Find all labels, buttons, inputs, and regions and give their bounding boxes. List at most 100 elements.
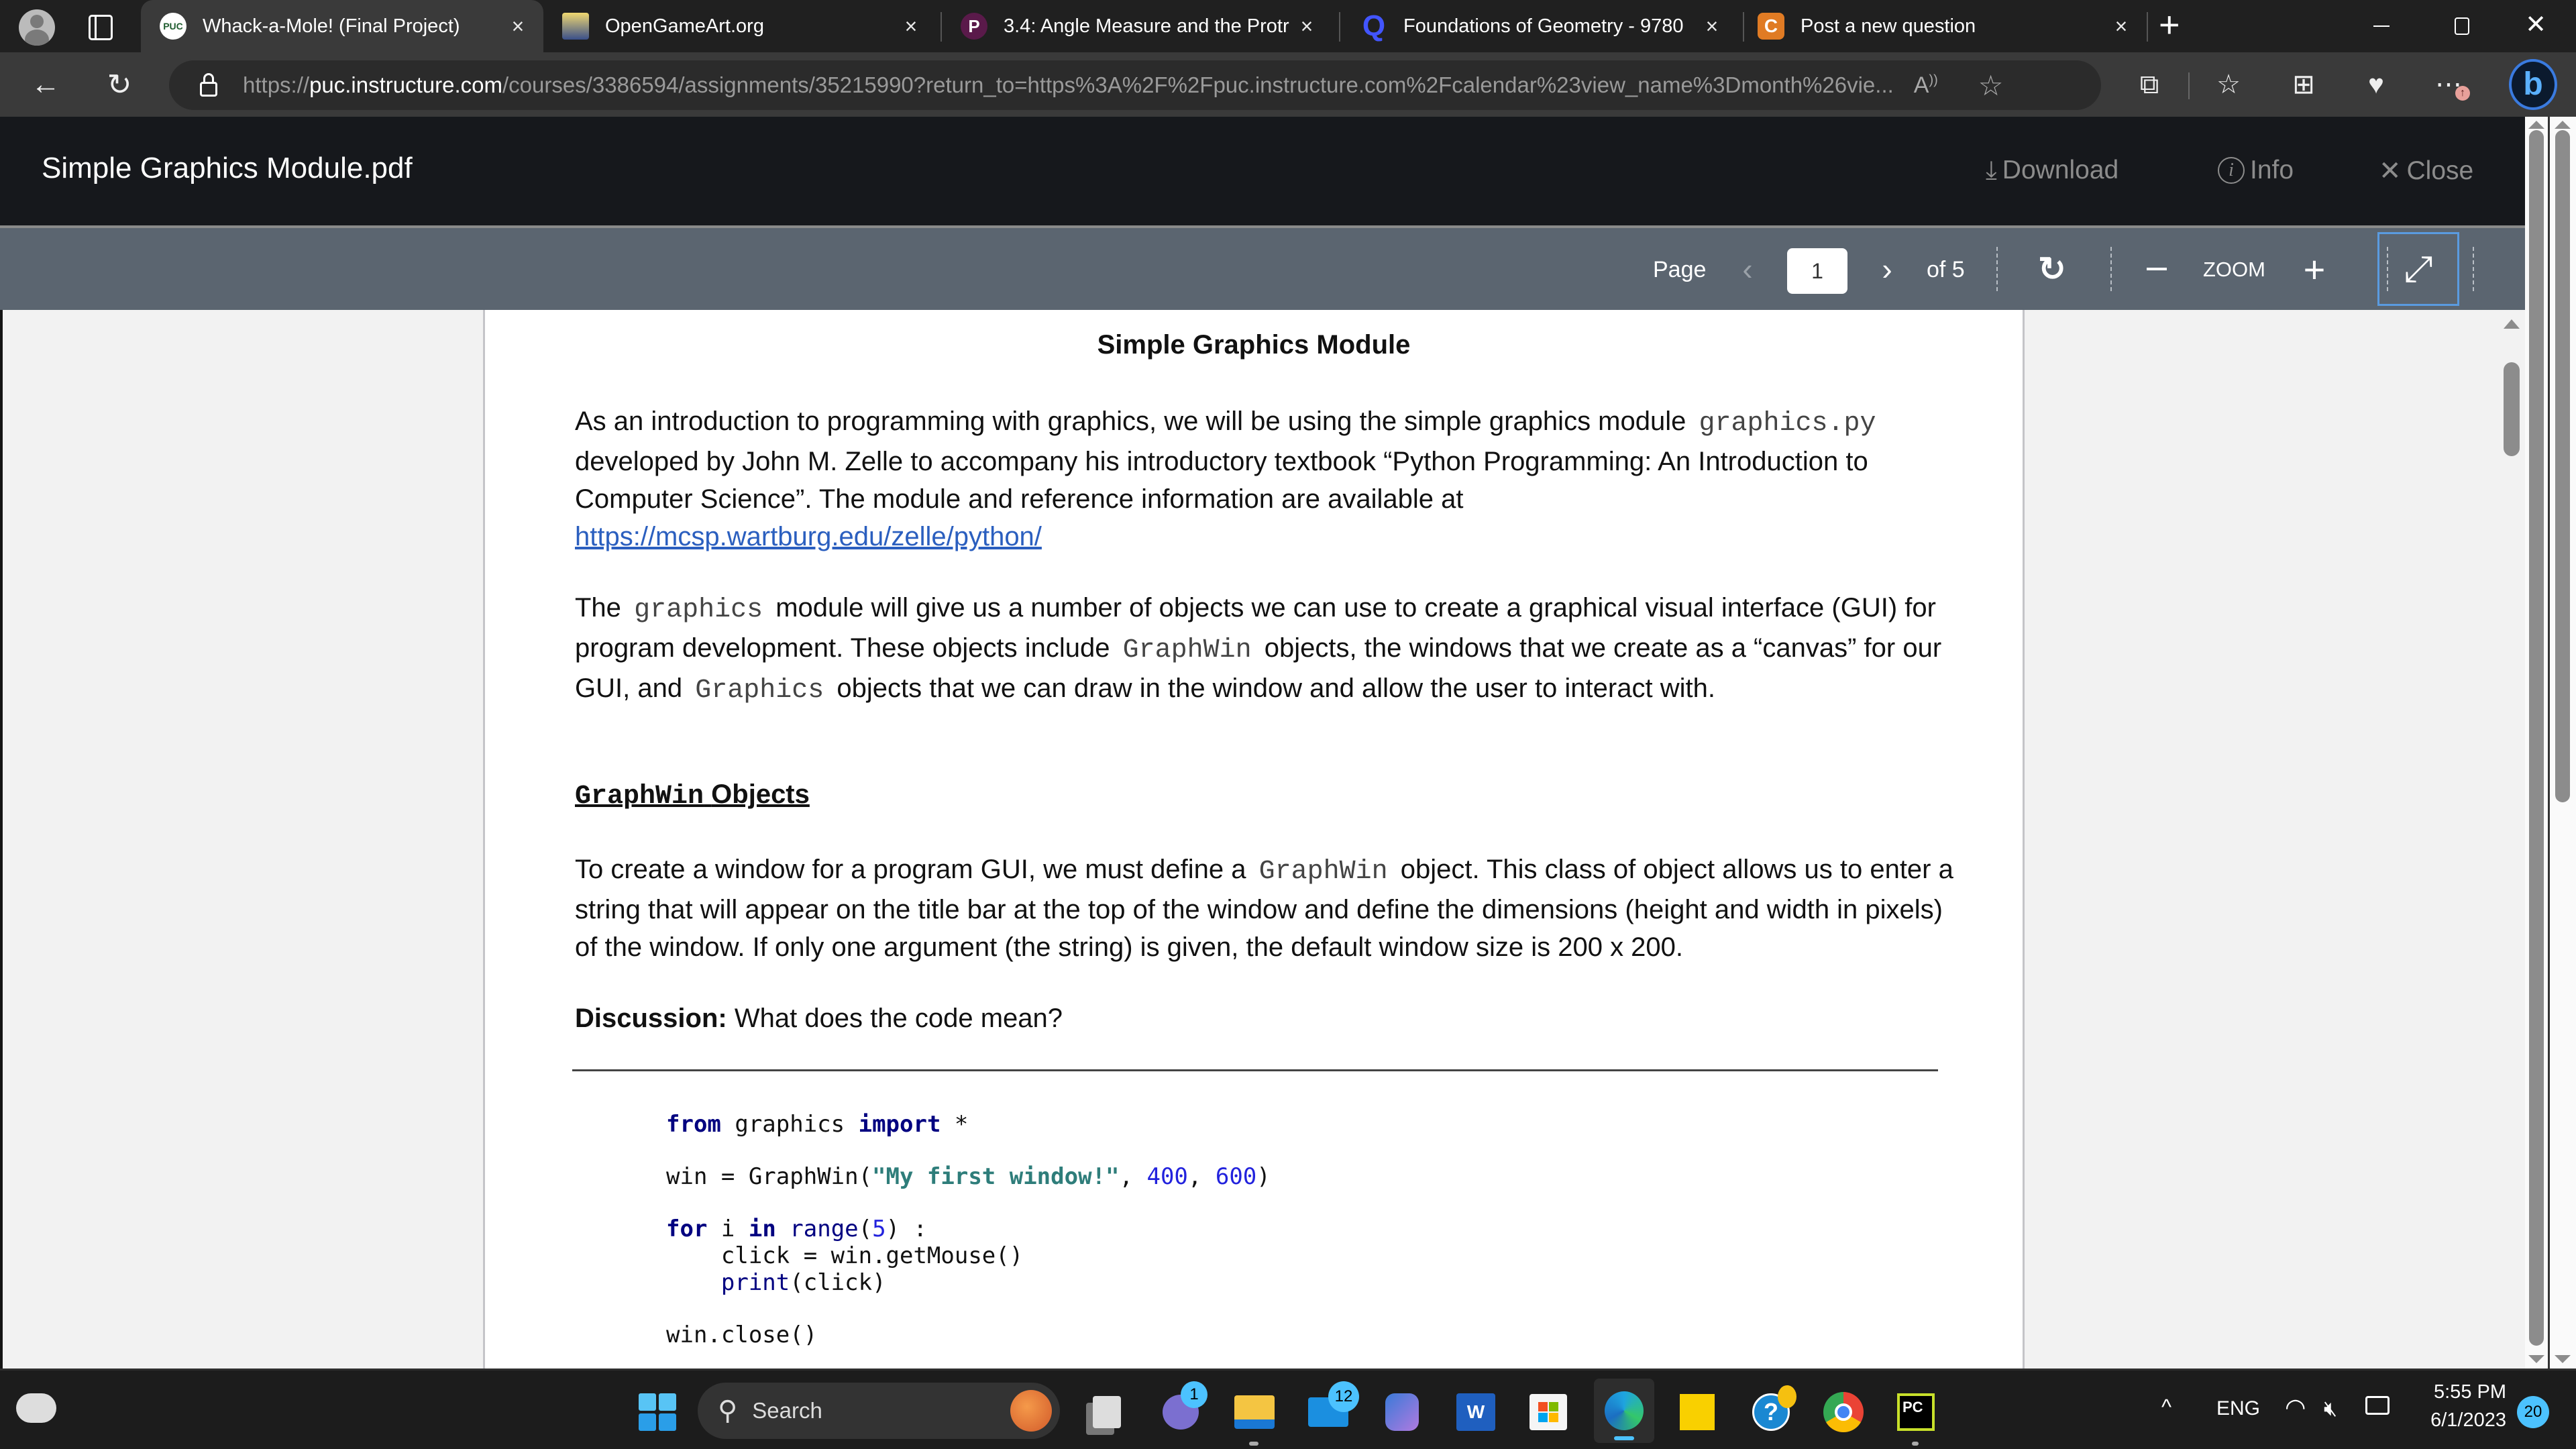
tab-angle-measure[interactable]: P 3.4: Angle Measure and the Protr × [953, 0, 1328, 52]
scroll-up-arrow[interactable] [2555, 121, 2571, 129]
search-highlight-icon [1010, 1390, 1052, 1432]
back-arrow-icon[interactable]: ← [27, 67, 64, 102]
browser-essentials-icon[interactable]: ♥ [2357, 66, 2395, 103]
zoom-in-button[interactable]: + [2296, 247, 2333, 291]
tab-whack-a-mole[interactable]: PUC Whack-a-Mole! (Final Project) × [141, 0, 543, 52]
pycharm-icon[interactable]: PC [1889, 1385, 1943, 1446]
get-help-icon[interactable]: ? [1744, 1385, 1798, 1439]
favorites-icon[interactable]: ☆ [2210, 66, 2247, 103]
tab-title: Foundations of Geometry - 9780 [1403, 15, 1684, 37]
scroll-up-arrow[interactable] [2504, 319, 2520, 329]
inline-code: GraphWin [1258, 857, 1388, 887]
fullscreen-button[interactable]: ⤢ [2377, 232, 2459, 306]
tab-post-question[interactable]: C Post a new question × [1751, 0, 2140, 52]
scroll-down-arrow[interactable] [2555, 1355, 2571, 1363]
scrollbar-thumb[interactable] [2504, 362, 2520, 456]
scrollbar-thumb[interactable] [2529, 130, 2544, 1346]
scroll-up-arrow[interactable] [2528, 121, 2544, 129]
running-indicator [1912, 1442, 1919, 1446]
new-tab-button[interactable]: + [2159, 4, 2180, 46]
battery-icon[interactable] [2365, 1396, 2390, 1415]
language-indicator[interactable]: ENG [2216, 1397, 2260, 1420]
bing-chat-icon[interactable]: b [2509, 59, 2557, 110]
rotate-icon[interactable]: ↻ [2030, 247, 2074, 291]
scrollbar-thumb[interactable] [2555, 130, 2570, 802]
close-viewer-button[interactable]: ✕ Close [2379, 156, 2473, 186]
tab-foundations-geometry[interactable]: Q Foundations of Geometry - 9780 × [1351, 0, 1733, 52]
task-view-icon[interactable] [1080, 1385, 1134, 1439]
notification-badge: 12 [1328, 1381, 1359, 1412]
running-indicator [1249, 1442, 1258, 1446]
notification-center-badge[interactable]: 20 [2517, 1396, 2549, 1428]
document-title: Simple Graphics Module [1097, 330, 1411, 360]
code-line: click = win.getMouse() [666, 1242, 1024, 1269]
previous-page-button[interactable]: ‹ [1731, 247, 1764, 291]
code-line: for i in range(5) : [666, 1216, 928, 1242]
zoom-out-button[interactable] [2140, 247, 2174, 291]
code-line: print(click) [720, 1269, 886, 1296]
close-tab-icon[interactable]: × [504, 14, 531, 39]
url-text[interactable]: https://puc.instructure.com/courses/3386… [243, 72, 1894, 98]
start-button[interactable] [631, 1385, 684, 1439]
file-viewer-header: Simple Graphics Module.pdf ⤓ Download i … [0, 117, 2525, 225]
close-tab-icon[interactable]: × [898, 14, 924, 39]
info-button[interactable]: i Info [2218, 156, 2294, 185]
refresh-icon[interactable]: ↻ [101, 66, 138, 103]
pdf-page: Simple Graphics Module As an introductio… [483, 310, 2025, 1368]
close-tab-icon[interactable]: × [1699, 14, 1725, 39]
pdf-toolbar: Page ‹ › of 5 ↻ ZOOM + ⤢ [0, 228, 2525, 310]
clock-date[interactable]: 6/1/2023 [2415, 1409, 2506, 1432]
close-window-button[interactable]: ✕ [2516, 9, 2556, 43]
show-hidden-icons-button[interactable]: ^ [2161, 1395, 2171, 1419]
read-aloud-icon[interactable]: A)) [1914, 72, 1938, 99]
download-button[interactable]: ⤓ Download [1986, 156, 2118, 185]
taskbar-search[interactable]: ⚲ Search [698, 1383, 1060, 1439]
address-bar[interactable]: https://puc.instructure.com/courses/3386… [169, 60, 2101, 110]
wifi-icon[interactable]: ◠ [2285, 1393, 2306, 1421]
tab-opengameart[interactable]: OpenGameArt.org × [557, 0, 932, 52]
chrome-icon[interactable] [1817, 1385, 1870, 1439]
notification-dot [1778, 1385, 1796, 1408]
intro-paragraph: As an introduction to programming with g… [575, 402, 1957, 555]
minimize-button[interactable] [2361, 0, 2402, 52]
restore-button[interactable] [2442, 0, 2482, 52]
microsoft-store-icon[interactable] [1521, 1385, 1575, 1439]
add-favorite-icon[interactable]: ☆ [1978, 69, 2004, 102]
code-line: win = GraphWin("My first window!", 400, … [666, 1163, 1271, 1190]
microsoft-365-icon[interactable] [1375, 1385, 1429, 1439]
reference-link[interactable]: https://mcsp.wartburg.edu/zelle/python/ [575, 522, 1042, 551]
lock-icon[interactable] [200, 73, 217, 97]
sticky-notes-icon[interactable] [1670, 1385, 1724, 1439]
weather-widget-icon[interactable] [16, 1393, 56, 1423]
graphwin-paragraph: To create a window for a program GUI, we… [575, 855, 1953, 962]
collections-icon[interactable]: ⊞ [2285, 66, 2322, 103]
code-line: win.close() [666, 1322, 818, 1348]
document-scrollbar[interactable] [2498, 310, 2525, 1368]
tab-title: Post a new question [1801, 15, 1976, 37]
address-bar-row: ← ↻ https://puc.instructure.com/courses/… [0, 52, 2576, 117]
teams-chat-icon[interactable]: 1 [1154, 1381, 1208, 1439]
extensions-icon[interactable]: ⧉ [2131, 66, 2168, 103]
profile-avatar[interactable] [19, 9, 55, 46]
total-pages-label: of 5 [1927, 256, 1965, 282]
close-tab-icon[interactable]: × [1293, 14, 1320, 39]
page-label: Page [1653, 256, 1707, 282]
edge-browser-icon[interactable] [1594, 1379, 1654, 1443]
zoom-label: ZOOM [2203, 258, 2265, 281]
tab-separator [941, 12, 942, 42]
toolbar-separator [2110, 247, 2112, 291]
page-scrollbar[interactable] [2525, 117, 2548, 1368]
vertical-tabs-icon[interactable] [89, 15, 113, 40]
notification-badge: 1 [1181, 1381, 1208, 1408]
close-tab-icon[interactable]: × [2108, 14, 2135, 39]
next-page-button[interactable]: › [1870, 247, 1904, 291]
volume-muted-icon[interactable]: 🔇︎ [2324, 1396, 2337, 1421]
tab-separator [1743, 12, 1744, 42]
page-number-input[interactable] [1787, 248, 1847, 294]
scroll-down-arrow[interactable] [2528, 1355, 2544, 1363]
file-explorer-icon[interactable] [1228, 1385, 1281, 1446]
clock-time[interactable]: 5:55 PM [2426, 1381, 2506, 1403]
mail-icon[interactable]: 12 [1301, 1381, 1359, 1439]
word-icon[interactable]: W [1449, 1385, 1503, 1439]
browser-scrollbar[interactable] [2550, 117, 2576, 1368]
